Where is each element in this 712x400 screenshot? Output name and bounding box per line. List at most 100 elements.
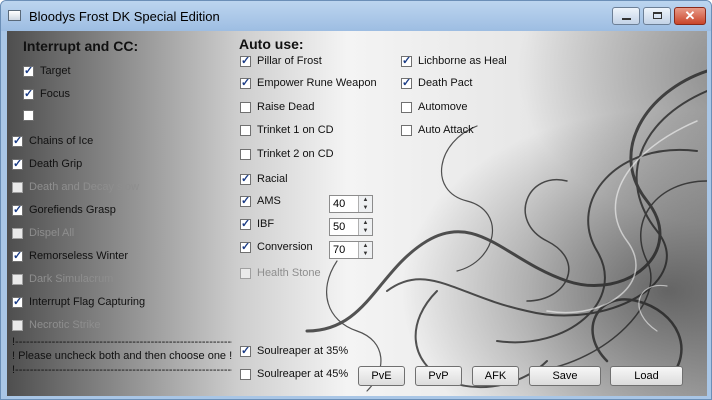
ams-percent-stepper[interactable]: 40 ▲ ▼	[329, 195, 373, 213]
spin-up-icon[interactable]: ▲	[359, 196, 372, 204]
conversion-percent-stepper[interactable]: 70 ▲ ▼	[329, 241, 373, 259]
checkbox-label: Health Stone	[257, 267, 321, 279]
close-icon: ✕	[684, 8, 696, 23]
checkbox-box[interactable]	[12, 134, 23, 147]
checkbox-box[interactable]	[12, 203, 23, 216]
checkbox-box[interactable]	[240, 124, 251, 136]
checkbox-label: Lichborne as Heal	[418, 55, 507, 67]
checkbox-box[interactable]	[12, 295, 23, 308]
checkbox-box	[12, 273, 23, 285]
notice-rule-top: !---------------------------------------…	[12, 336, 232, 348]
checkbox-label: Death Grip	[29, 158, 83, 170]
checkbox-label: Necrotic Strike	[29, 319, 101, 331]
minimize-icon	[622, 18, 631, 20]
checkbox-box[interactable]	[401, 101, 412, 113]
checkbox-box[interactable]	[401, 124, 412, 136]
maximize-button[interactable]	[643, 7, 671, 25]
checkbox-label: Dark Simulacrum	[29, 273, 114, 285]
death-and-decay-slow-checkbox: Death and Decay slow	[12, 181, 139, 193]
stepper-arrows[interactable]: ▲ ▼	[358, 242, 372, 258]
trinket-1-checkbox[interactable]: Trinket 1 on CD	[240, 124, 334, 136]
app-icon	[8, 10, 21, 21]
remorseless-winter-checkbox[interactable]: Remorseless Winter	[12, 249, 129, 262]
checkbox-box[interactable]	[240, 54, 251, 67]
stepper-value[interactable]: 50	[333, 221, 345, 233]
notice-rule-bottom: !---------------------------------------…	[12, 364, 232, 376]
checkbox-box[interactable]	[240, 76, 251, 89]
checkbox-label: Raise Dead	[257, 101, 315, 113]
checkbox-box[interactable]	[240, 148, 251, 160]
checkbox-box[interactable]	[240, 240, 251, 253]
spin-down-icon[interactable]: ▼	[359, 227, 372, 235]
checkbox-label: Gorefiends Grasp	[29, 204, 116, 216]
checkbox-box[interactable]	[23, 87, 34, 100]
save-button[interactable]: Save	[529, 366, 601, 386]
stepper-value[interactable]: 70	[333, 244, 345, 256]
interrupt-cc-heading: Interrupt and CC:	[23, 38, 139, 54]
checkbox-box[interactable]	[240, 101, 251, 113]
pve-button[interactable]: PvE	[358, 366, 405, 386]
automove-checkbox[interactable]: Automove	[401, 101, 468, 113]
checkbox-label: Auto Attack	[418, 124, 474, 136]
checkbox-box[interactable]	[23, 110, 34, 121]
checkbox-box[interactable]	[23, 64, 34, 77]
spin-up-icon[interactable]: ▲	[359, 242, 372, 250]
spin-down-icon[interactable]: ▼	[359, 250, 372, 258]
dispel-all-checkbox: Dispel All	[12, 227, 74, 239]
minimize-button[interactable]	[612, 7, 640, 25]
client-area: Interrupt and CC: Target Focus Chains of…	[7, 31, 707, 396]
spin-down-icon[interactable]: ▼	[359, 204, 372, 212]
checkbox-box[interactable]	[240, 368, 251, 380]
ams-checkbox[interactable]: AMS	[240, 194, 281, 207]
checkbox-label: Soulreaper at 45%	[257, 368, 349, 380]
checkbox-label: Death Pact	[418, 77, 473, 89]
empower-rune-weapon-checkbox[interactable]: Empower Rune Weapon	[240, 76, 377, 89]
checkbox-label: Death and Decay slow	[29, 181, 140, 193]
close-button[interactable]: ✕	[674, 7, 706, 25]
racial-checkbox[interactable]: Racial	[240, 172, 288, 185]
checkbox-box	[12, 227, 23, 239]
afk-button[interactable]: AFK	[472, 366, 519, 386]
ibf-percent-stepper[interactable]: 50 ▲ ▼	[329, 218, 373, 236]
checkbox-label: Target	[40, 65, 71, 77]
soulreaper-35-checkbox[interactable]: Soulreaper at 35%	[240, 344, 349, 357]
death-grip-checkbox[interactable]: Death Grip	[12, 157, 83, 170]
ibf-checkbox[interactable]: IBF	[240, 217, 275, 230]
lichborne-as-heal-checkbox[interactable]: Lichborne as Heal	[401, 54, 507, 67]
load-button[interactable]: Load	[610, 366, 683, 386]
dark-simulacrum-checkbox: Dark Simulacrum	[12, 273, 113, 285]
unnamed-checkbox[interactable]	[23, 110, 34, 121]
checkbox-box[interactable]	[12, 157, 23, 170]
conversion-checkbox[interactable]: Conversion	[240, 240, 313, 253]
checkbox-box[interactable]	[401, 76, 412, 89]
focus-checkbox[interactable]: Focus	[23, 87, 70, 100]
target-checkbox[interactable]: Target	[23, 64, 71, 77]
checkbox-box[interactable]	[240, 217, 251, 230]
checkbox-box[interactable]	[240, 172, 251, 185]
checkbox-box[interactable]	[12, 249, 23, 262]
interrupt-flag-capturing-checkbox[interactable]: Interrupt Flag Capturing	[12, 295, 145, 308]
trinket-2-checkbox[interactable]: Trinket 2 on CD	[240, 148, 334, 160]
pvp-button[interactable]: PvP	[415, 366, 462, 386]
soulreaper-45-checkbox[interactable]: Soulreaper at 45%	[240, 368, 348, 380]
stepper-arrows[interactable]: ▲ ▼	[358, 196, 372, 212]
gorefiends-grasp-checkbox[interactable]: Gorefiends Grasp	[12, 203, 116, 216]
necrotic-strike-checkbox: Necrotic Strike	[12, 319, 101, 331]
stepper-arrows[interactable]: ▲ ▼	[358, 219, 372, 235]
checkbox-box[interactable]	[401, 54, 412, 67]
death-pact-checkbox[interactable]: Death Pact	[401, 76, 473, 89]
checkbox-label: IBF	[257, 218, 275, 230]
spin-up-icon[interactable]: ▲	[359, 219, 372, 227]
chains-of-ice-checkbox[interactable]: Chains of Ice	[12, 134, 93, 147]
auto-attack-checkbox[interactable]: Auto Attack	[401, 124, 474, 136]
checkbox-box[interactable]	[240, 344, 251, 357]
checkbox-label: Trinket 1 on CD	[257, 124, 334, 136]
pillar-of-frost-checkbox[interactable]: Pillar of Frost	[240, 54, 322, 67]
raise-dead-checkbox[interactable]: Raise Dead	[240, 101, 314, 113]
checkbox-label: Focus	[40, 88, 70, 100]
checkbox-box[interactable]	[240, 194, 251, 207]
stepper-value[interactable]: 40	[333, 198, 345, 210]
checkbox-label: Soulreaper at 35%	[257, 345, 349, 357]
checkbox-label: Remorseless Winter	[29, 250, 129, 262]
title-bar[interactable]: Bloodys Frost DK Special Edition ✕	[1, 1, 711, 31]
